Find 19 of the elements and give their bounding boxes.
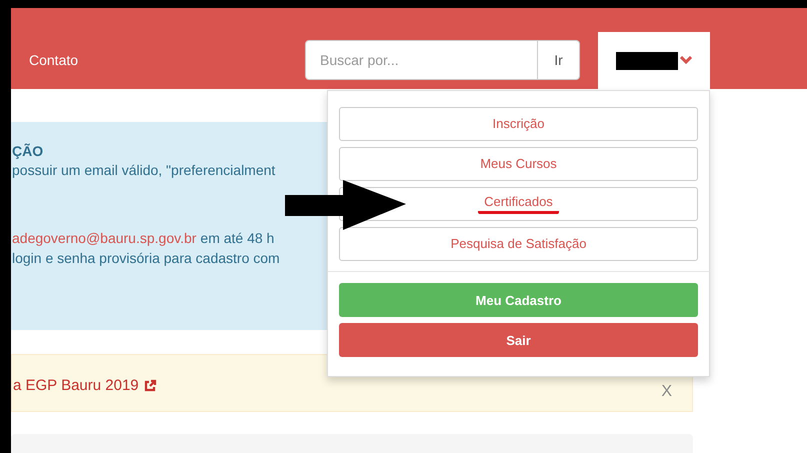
alert-text: possuir um email válido, "preferencialment [12, 161, 276, 180]
menu-item[interactable]: Meus Cursos [339, 147, 698, 181]
alert-text: login e senha provisória para cadastro com [12, 249, 281, 268]
alert-heading: ÇÃO [12, 142, 44, 160]
menu-item[interactable]: Pesquisa de Satisfação [339, 227, 698, 261]
user-menu-button[interactable] [598, 32, 710, 89]
menu-item[interactable]: Inscrição [339, 107, 698, 141]
nav-link[interactable]: Contato [29, 52, 305, 68]
search-button[interactable]: Ir [538, 40, 580, 80]
profile-button[interactable]: Meu Cadastro [339, 283, 698, 317]
email-link[interactable]: adegoverno@bauru.sp.gov.br [12, 228, 196, 248]
alert-text: em até 48 h [200, 229, 274, 248]
arrow-icon [285, 180, 407, 232]
close-button[interactable]: X [661, 383, 672, 401]
external-link-icon [144, 378, 157, 392]
event-link[interactable]: a EGP Bauru 2019 [13, 376, 139, 394]
logout-button[interactable]: Sair [339, 323, 698, 357]
redaction-bar [616, 52, 678, 70]
search-field[interactable]: Buscar por... [305, 40, 538, 80]
